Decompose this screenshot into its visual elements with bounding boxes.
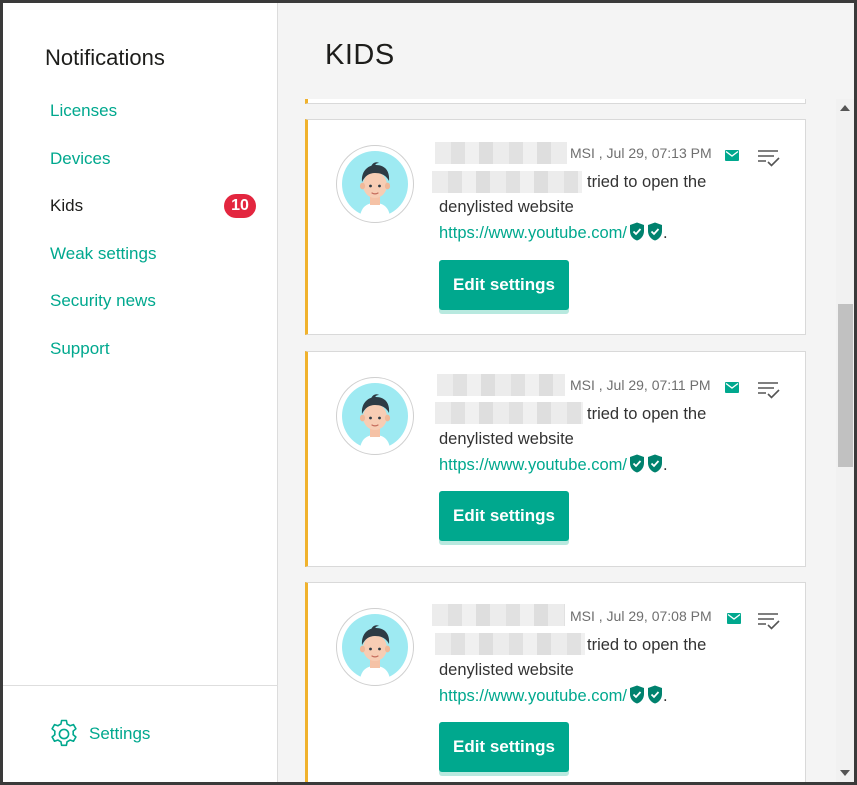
sidebar-item-licenses[interactable]: Licenses [50,98,256,124]
page-title: KIDS [325,39,395,71]
mail-icon [725,150,739,161]
notification-line2: denylisted website [439,198,574,216]
mark-as-read-icon[interactable] [757,380,781,400]
scrollbar-thumb[interactable] [838,304,853,467]
child-avatar-icon [342,614,408,680]
notification-card: MSI , Jul 29, 07:11 PM tried to open the… [305,351,806,567]
notification-card: MSI , Jul 29, 07:13 PM tried to open the… [305,119,806,335]
child-avatar-icon [342,151,408,217]
shield-check-icon [648,222,663,241]
settings-link[interactable]: Settings [48,717,150,751]
sentence-period: . [663,687,668,705]
sidebar-item-devices[interactable]: Devices [50,146,256,172]
shield-check-icon [630,454,645,473]
notification-line2: denylisted website [439,661,574,679]
sentence-period: . [663,456,668,474]
sidebar-item-weak-settings[interactable]: Weak settings [50,241,256,267]
notification-line2: denylisted website [439,430,574,448]
mark-as-read-icon[interactable] [757,148,781,168]
notification-card: MSI , Jul 29, 07:08 PM tried to open the… [305,582,806,782]
redacted-device-owner [437,374,565,396]
notification-meta: MSI , Jul 29, 07:08 PM [570,608,712,624]
child-avatar [336,608,414,686]
sidebar-title: Notifications [45,45,165,70]
notification-action: tried to open the [587,405,707,423]
edit-settings-button[interactable]: Edit settings [439,491,569,541]
child-avatar-icon [342,383,408,449]
notification-card-partial [305,99,806,104]
shield-check-icon [630,685,645,704]
shield-check-icon [648,454,663,473]
notification-action: tried to open the [587,636,707,654]
child-avatar [336,377,414,455]
sidebar-divider [3,685,278,686]
redacted-child-name [432,171,582,193]
notifications-window: Notifications Licenses Devices Kids 10 W… [3,3,854,782]
blocked-url-link[interactable]: https://www.youtube.com/ [439,687,627,705]
redacted-child-name [435,402,583,424]
notification-count-badge: 10 [224,194,256,218]
notification-url-line: https://www.youtube.com/. [439,685,668,706]
notification-meta: MSI , Jul 29, 07:13 PM [570,145,712,161]
notification-list[interactable]: MSI , Jul 29, 07:13 PM tried to open the… [279,99,854,782]
sidebar-item-security-news[interactable]: Security news [50,288,256,314]
shield-check-icon [648,685,663,704]
redacted-device-owner [432,604,565,626]
edit-settings-button[interactable]: Edit settings [439,722,569,772]
sidebar-item-label: Kids [50,196,84,215]
notification-action: tried to open the [587,173,707,191]
scroll-up-arrow-icon[interactable] [840,105,850,111]
blocked-url-link[interactable]: https://www.youtube.com/ [439,224,627,242]
sidebar-item-kids[interactable]: Kids 10 [50,193,256,219]
edit-settings-button[interactable]: Edit settings [439,260,569,310]
vertical-scrollbar[interactable] [836,99,854,782]
notification-url-line: https://www.youtube.com/. [439,454,668,475]
redacted-device-owner [435,142,567,164]
mail-icon [725,382,739,393]
gear-icon [51,719,77,747]
shield-check-icon [630,222,645,241]
settings-label: Settings [89,724,151,743]
popup-pointer [821,3,839,12]
mark-as-read-icon[interactable] [757,611,781,631]
sidebar: Notifications Licenses Devices Kids 10 W… [3,3,278,782]
redacted-child-name [435,633,585,655]
scroll-down-arrow-icon[interactable] [840,770,850,776]
blocked-url-link[interactable]: https://www.youtube.com/ [439,456,627,474]
sidebar-item-support[interactable]: Support [50,336,256,362]
notification-url-line: https://www.youtube.com/. [439,222,668,243]
mail-icon [727,613,741,624]
sentence-period: . [663,224,668,242]
notification-meta: MSI , Jul 29, 07:11 PM [570,377,711,393]
child-avatar [336,145,414,223]
